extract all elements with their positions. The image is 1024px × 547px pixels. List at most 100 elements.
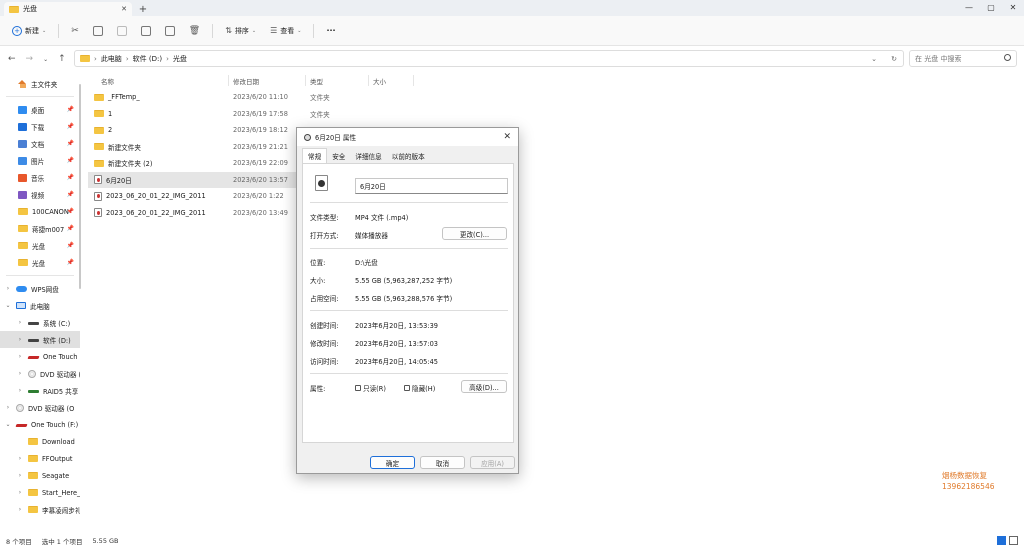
- sidebar-item-quick[interactable]: 视频 📌: [0, 186, 80, 203]
- close-icon[interactable]: ✕: [503, 132, 511, 142]
- column-divider[interactable]: [413, 75, 414, 86]
- expand-chevron-icon[interactable]: ›: [16, 370, 24, 377]
- advanced-button[interactable]: 高级(D)...: [461, 380, 507, 393]
- close-tab-icon[interactable]: ✕: [121, 5, 127, 13]
- cancel-button[interactable]: 取消: [420, 456, 465, 469]
- expand-chevron-icon[interactable]: ›: [4, 404, 12, 411]
- sidebar-tree-item[interactable]: › DVD 驱动器 (O: [0, 399, 80, 416]
- sort-button[interactable]: ⇅ 排序 ⌄: [221, 22, 260, 40]
- copy-button[interactable]: [89, 22, 107, 40]
- column-name[interactable]: 名称: [101, 76, 114, 86]
- delete-button[interactable]: 🗑: [185, 22, 204, 40]
- more-button[interactable]: ···: [322, 22, 339, 40]
- column-date[interactable]: 修改日期: [233, 76, 259, 86]
- sort-icon: ⇅: [225, 26, 232, 35]
- refresh-icon[interactable]: ↻: [891, 55, 897, 63]
- plus-circle-icon: +: [12, 25, 22, 36]
- sidebar-item-quick[interactable]: 桌面 📌: [0, 101, 80, 118]
- sidebar-tree-item[interactable]: › Seagate: [0, 467, 80, 484]
- file-row[interactable]: 1 2023/6/19 17:58 文件夹: [88, 106, 418, 123]
- tab-previous-versions[interactable]: 以前的版本: [387, 149, 430, 163]
- recent-chevron-icon[interactable]: ⌄: [43, 56, 48, 64]
- tiles-view-icon[interactable]: [1009, 536, 1018, 545]
- details-view-icon[interactable]: [997, 536, 1006, 545]
- forward-arrow-icon[interactable]: →: [26, 54, 34, 64]
- sidebar-tree-item[interactable]: › 软件 (D:): [0, 331, 80, 348]
- size-label: 大小:: [310, 277, 326, 285]
- tab-security[interactable]: 安全: [327, 149, 350, 163]
- search-box[interactable]: 在 光盘 中搜索: [909, 50, 1017, 67]
- column-divider[interactable]: [368, 75, 369, 86]
- checkbox-box[interactable]: [355, 385, 361, 391]
- sidebar-scrollbar[interactable]: [79, 84, 81, 289]
- expand-chevron-icon[interactable]: ›: [16, 455, 24, 462]
- sidebar-tree-item[interactable]: › 系统 (C:): [0, 314, 80, 331]
- expand-chevron-icon[interactable]: ›: [4, 285, 12, 292]
- sidebar-tree-item[interactable]: Download: [0, 433, 80, 450]
- expand-chevron-icon[interactable]: ›: [16, 472, 24, 479]
- expand-chevron-icon[interactable]: ⌄: [4, 421, 12, 428]
- expand-chevron-icon[interactable]: ›: [16, 506, 24, 513]
- column-divider[interactable]: [305, 75, 306, 86]
- readonly-checkbox[interactable]: 只读(R): [355, 383, 386, 393]
- address-dropdown-icon[interactable]: ⌄: [871, 55, 877, 63]
- back-arrow-icon[interactable]: ←: [8, 54, 16, 64]
- breadcrumb-drive-d[interactable]: 软件 (D:): [133, 54, 162, 64]
- sidebar-item-quick[interactable]: 图片 📌: [0, 152, 80, 169]
- close-window-button[interactable]: ✕: [1002, 0, 1024, 14]
- breadcrumb-this-pc[interactable]: 此电脑: [101, 54, 122, 64]
- sidebar-tree-item[interactable]: ⌄ One Touch (F:): [0, 416, 80, 433]
- expand-chevron-icon[interactable]: ⌄: [4, 302, 12, 309]
- new-tab-button[interactable]: +: [136, 2, 150, 16]
- sidebar-tree-item[interactable]: › 李慕凌闹步礼: [0, 501, 80, 518]
- breadcrumb-current[interactable]: 光盘: [173, 54, 187, 64]
- tab-current[interactable]: 光盘 ✕: [4, 2, 132, 16]
- file-row[interactable]: _FFTemp_ 2023/6/20 11:10 文件夹: [88, 89, 418, 106]
- filename-field[interactable]: 6月20日: [355, 178, 508, 194]
- hidden-checkbox[interactable]: 隐藏(H): [404, 383, 435, 393]
- sidebar-tree-item[interactable]: › One Touch (F: [0, 348, 80, 365]
- maximize-button[interactable]: ▢: [980, 0, 1002, 14]
- sidebar-tree-item[interactable]: › DVD 驱动器 (: [0, 365, 80, 382]
- tab-details[interactable]: 详细信息: [350, 149, 386, 163]
- sidebar-item-quick[interactable]: 蒋捷m007 📌: [0, 220, 80, 237]
- cut-button[interactable]: ✂: [67, 22, 83, 40]
- rename-button[interactable]: [137, 22, 155, 40]
- sidebar-tree-item[interactable]: › FFOutput: [0, 450, 80, 467]
- sidebar-item-quick[interactable]: 下载 📌: [0, 118, 80, 135]
- column-type[interactable]: 类型: [310, 76, 323, 86]
- column-size[interactable]: 大小: [373, 76, 386, 86]
- sidebar-tree-item[interactable]: › WPS网盘: [0, 280, 80, 297]
- sidebar-item-quick[interactable]: 文档 📌: [0, 135, 80, 152]
- sidebar-item-quick[interactable]: 音乐 📌: [0, 169, 80, 186]
- paste-button[interactable]: [113, 22, 131, 40]
- expand-chevron-icon[interactable]: ›: [16, 336, 24, 343]
- sidebar-item-quick[interactable]: 光盘 📌: [0, 237, 80, 254]
- pin-icon: 📌: [66, 140, 74, 147]
- up-arrow-icon[interactable]: ↑: [58, 54, 66, 64]
- sidebar-item-label: 100CANON: [32, 207, 69, 216]
- view-button[interactable]: ☰ 查看 ⌄: [266, 22, 305, 40]
- expand-chevron-icon[interactable]: ›: [16, 353, 24, 360]
- expand-chevron-icon[interactable]: ›: [16, 319, 24, 326]
- sidebar-tree-item[interactable]: ⌄ 此电脑: [0, 297, 80, 314]
- checkbox-box[interactable]: [404, 385, 410, 391]
- file-name-cell: 新建文件夹: [94, 142, 141, 152]
- expand-chevron-icon[interactable]: ›: [16, 489, 24, 496]
- apply-button[interactable]: 应用(A): [470, 456, 515, 469]
- tab-general[interactable]: 常规: [302, 148, 328, 163]
- file-date: 2023/6/20 11:10: [233, 93, 288, 102]
- sidebar-item-quick[interactable]: 100CANON 📌: [0, 203, 80, 220]
- change-button[interactable]: 更改(C)...: [442, 227, 507, 240]
- sidebar-tree-item[interactable]: › Start_Here_M: [0, 484, 80, 501]
- column-divider[interactable]: [228, 75, 229, 86]
- new-button[interactable]: + 新建 ⌄: [8, 22, 50, 40]
- expand-chevron-icon[interactable]: ›: [16, 387, 24, 394]
- sidebar-item-home[interactable]: 主文件夹: [0, 75, 80, 92]
- ok-button[interactable]: 确定: [370, 456, 415, 469]
- share-button[interactable]: [161, 22, 179, 40]
- sidebar-tree-item[interactable]: › RAID5 共享 (Z: [0, 382, 80, 399]
- sidebar-item-quick[interactable]: 光盘 📌: [0, 254, 80, 271]
- address-bar[interactable]: › 此电脑 › 软件 (D:) › 光盘 ⌄ ↻: [74, 50, 904, 67]
- minimize-button[interactable]: —: [958, 0, 980, 14]
